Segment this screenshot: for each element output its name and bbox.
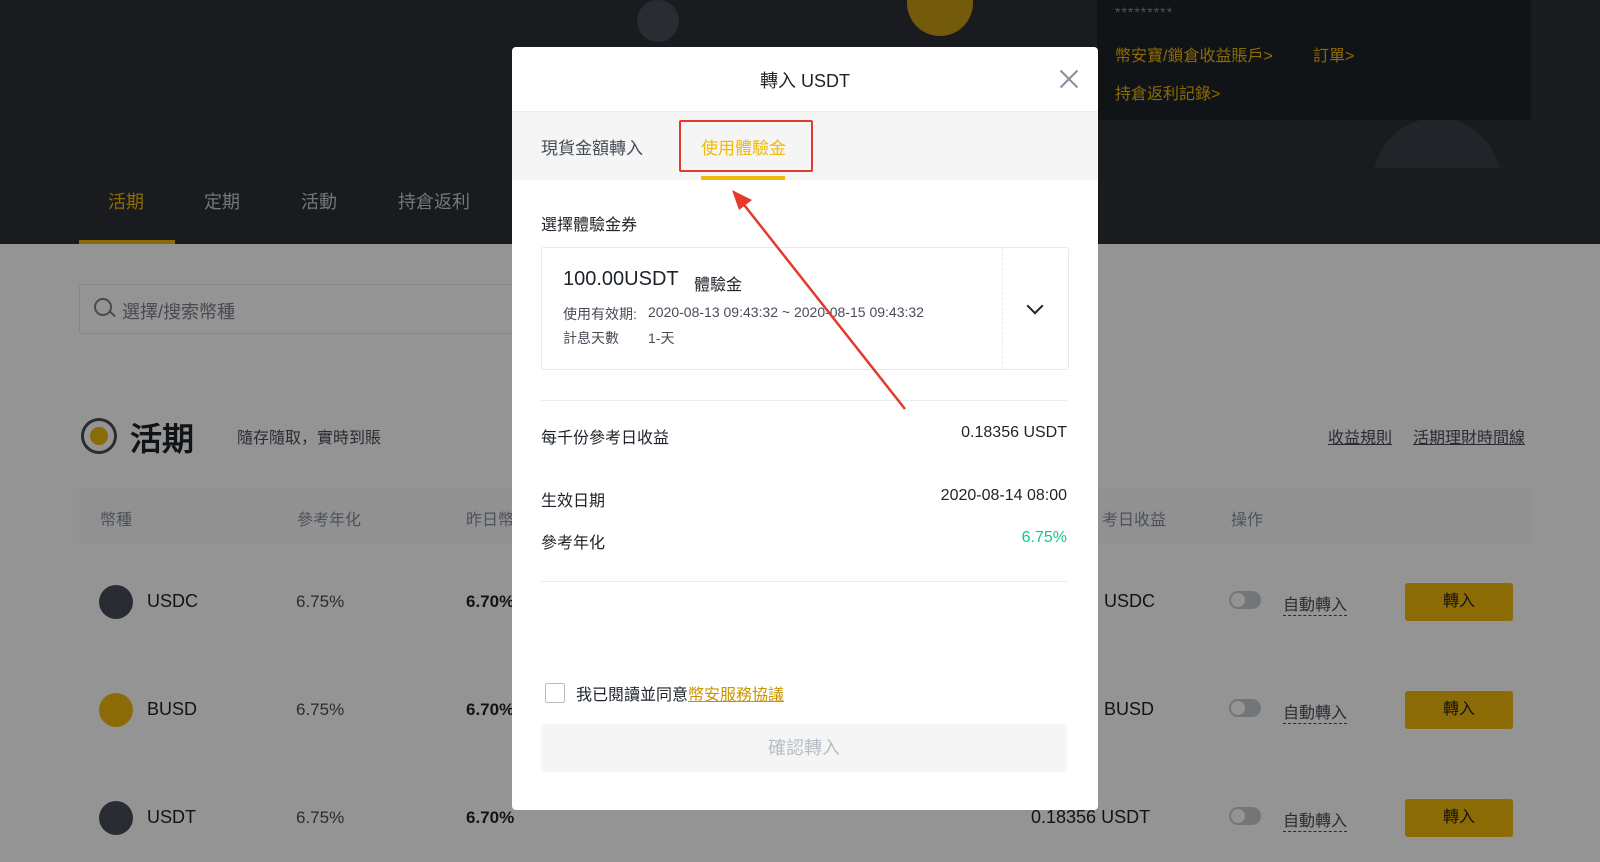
active-tab-underline [701,176,785,180]
service-agreement-link[interactable]: 幣安服務協議 [688,687,784,704]
divider [541,581,1067,582]
validity-label: 使用有效期: [563,306,637,322]
interest-days-label: 計息天數 [563,330,619,346]
ref-apy-value: 6.75% [1021,529,1067,546]
daily-yield-label: 每千份參考日收益 [541,430,670,447]
modal-title: 轉入 USDT [760,71,850,91]
chevron-down-icon[interactable] [1026,297,1044,315]
validity-range: 2020-08-13 09:43:32 ~ 2020-08-15 09:43:3… [648,304,924,320]
confirm-transfer-button[interactable]: 確認轉入 [541,724,1067,772]
divider [1002,248,1003,369]
voucher-amount: 100.00USDT [563,268,679,290]
close-icon[interactable] [1057,67,1081,91]
effective-date-value: 2020-08-14 08:00 [940,487,1067,504]
annotation-highlight-box [679,120,813,172]
agree-checkbox[interactable] [545,683,565,703]
effective-date-label: 生效日期 [541,493,606,510]
transfer-modal: 轉入 USDT 現貨金額轉入 使用體驗金 選擇體驗金券 100.00USDT 體… [512,47,1098,810]
agree-text-prefix: 我已閱讀並同意 [576,687,689,704]
voucher-type: 體驗金 [694,277,743,294]
tab-spot-transfer[interactable]: 現貨金額轉入 [541,134,643,159]
agree-text: 我已閱讀並同意幣安服務協議 [576,681,784,705]
voucher-dropdown[interactable]: 100.00USDT 體驗金 使用有效期: 2020-08-13 09:43:3… [541,247,1069,370]
voucher-select-label: 選擇體驗金券 [541,217,638,234]
divider [541,400,1067,401]
daily-yield-value: 0.18356 USDT [961,424,1067,441]
interest-days: 1-天 [648,330,675,346]
ref-apy-label: 參考年化 [541,535,606,552]
